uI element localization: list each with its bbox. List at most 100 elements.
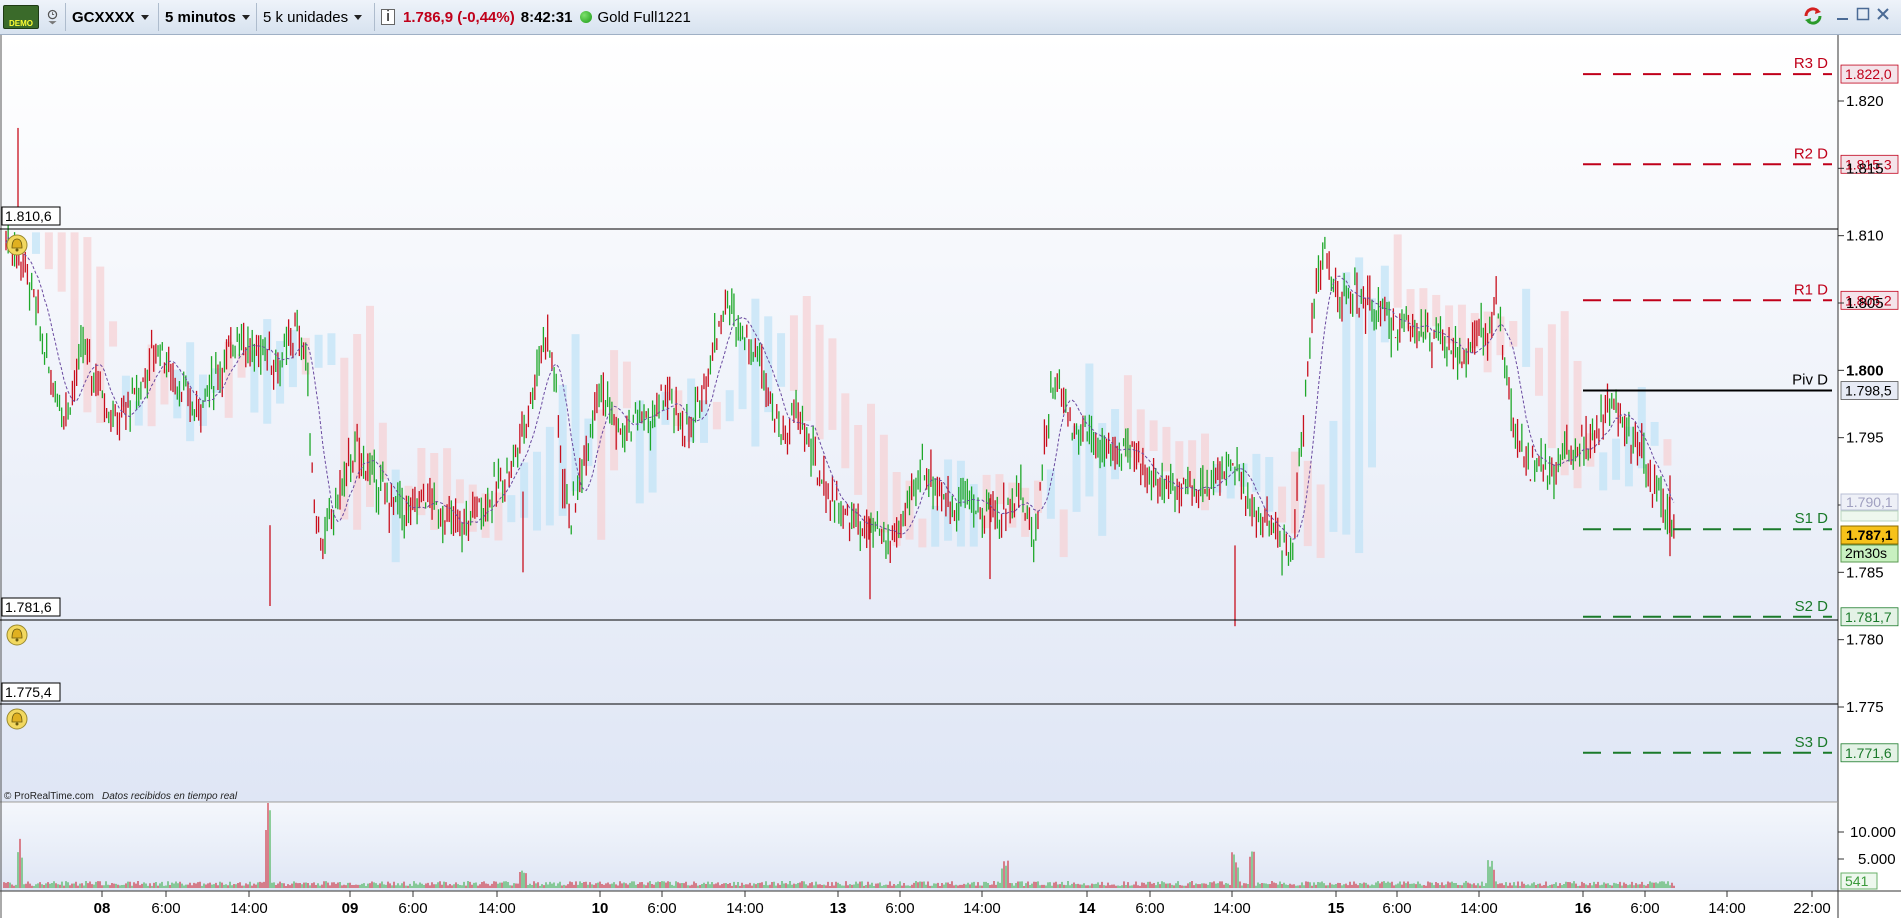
cloud-segment: [237, 353, 246, 378]
cloud-segment: [789, 315, 798, 391]
price-tick: 1.775: [1846, 699, 1884, 716]
quote-info: i 1.786,9 (-0,44%) 8:42:31 Gold Full1221: [375, 3, 715, 31]
cloud-segment: [841, 393, 850, 469]
cloud-segment: [1612, 438, 1621, 480]
volume-tick-10000: 10.000: [1850, 824, 1896, 841]
cloud-segment: [1252, 453, 1261, 492]
cloud-segment: [738, 336, 747, 410]
volume-tick-5000: 5.000: [1858, 851, 1896, 868]
svg-text:S2 D: S2 D: [1795, 598, 1829, 615]
volume-panel[interactable]: [0, 803, 1838, 891]
cloud-segment: [455, 479, 464, 504]
cloud-segment: [879, 434, 888, 533]
faded-price-labels: 1.790,1: [1840, 493, 1899, 522]
time-tick: 14:00: [1213, 900, 1251, 917]
time-tick: 6:00: [398, 900, 427, 917]
cloud-segment: [70, 232, 79, 370]
time-tick: 13: [830, 900, 847, 917]
time-tick: 14:00: [963, 900, 1001, 917]
instrument-name: Gold Full1221: [597, 8, 691, 26]
cloud-segment: [1034, 480, 1042, 514]
cloud-segment: [597, 409, 606, 540]
cloud-segment: [867, 403, 875, 528]
last-price: 1.786,9 (-0,44%): [403, 8, 515, 26]
time-tick: 6:00: [1135, 900, 1164, 917]
maximize-icon[interactable]: [1854, 6, 1872, 24]
cloud-segment: [32, 232, 40, 254]
time-tick: 6:00: [885, 900, 914, 917]
cloud-segment: [507, 495, 516, 523]
cloud-segment: [391, 469, 400, 563]
cloud-segment: [83, 237, 92, 413]
cloud-segment: [327, 333, 336, 365]
cloud-segment: [1599, 452, 1608, 491]
copyright-text: © ProRealTime.com: [4, 791, 94, 802]
svg-text:1.822,0: 1.822,0: [1845, 66, 1892, 82]
time-tick: 14:00: [478, 900, 516, 917]
price-tick: 1.800: [1846, 362, 1884, 379]
cloud-segment: [1663, 439, 1672, 466]
cloud-segment: [1149, 420, 1158, 451]
cloud-segment: [1342, 272, 1351, 535]
cloud-segment: [1329, 420, 1338, 532]
cloud-segment: [1316, 484, 1325, 558]
cloud-segment: [777, 333, 786, 387]
bell-icon[interactable]: [6, 708, 28, 730]
units-selector[interactable]: 5 k unidades: [257, 3, 375, 31]
time-tick: 10: [592, 900, 609, 917]
cloud-segment: [1522, 288, 1531, 367]
cloud-segment: [931, 505, 940, 547]
cloud-segment: [263, 319, 272, 424]
cloud-segment: [1175, 441, 1184, 479]
ticker-label: GCXXXX: [72, 8, 135, 26]
cloud-segment: [160, 369, 169, 405]
cloud-segment: [712, 401, 721, 430]
realtime-note: Datos recibidos en tiempo real: [102, 791, 238, 802]
alert-value-lower: 1.775,4: [5, 684, 52, 700]
cloud-segment: [1162, 426, 1171, 472]
cloud-segment: [1573, 360, 1582, 489]
cloud-segment: [533, 451, 541, 531]
svg-text:1.771,6: 1.771,6: [1845, 745, 1892, 761]
cloud-segment: [1368, 298, 1376, 468]
svg-text:R1 D: R1 D: [1794, 281, 1828, 298]
time-tick: 6:00: [151, 900, 180, 917]
countdown-label: 2m30s: [1840, 544, 1899, 563]
clock-icon[interactable]: [40, 3, 66, 31]
price-tick: 1.815: [1846, 160, 1884, 177]
ticker-selector[interactable]: GCXXXX: [66, 3, 159, 31]
close-icon[interactable]: [1874, 6, 1892, 24]
info-icon[interactable]: i: [381, 9, 395, 25]
price-tick: 1.795: [1846, 430, 1884, 447]
time-tick: 14:00: [230, 900, 268, 917]
dropdown-caret-icon: [241, 14, 250, 20]
svg-text:1.790,1: 1.790,1: [1846, 494, 1893, 510]
cloud-segment: [314, 334, 323, 368]
cloud-segment: [1509, 321, 1518, 347]
demo-logo-icon: DEMO: [3, 5, 39, 29]
dropdown-caret-icon: [140, 14, 149, 20]
refresh-icon[interactable]: [1802, 6, 1822, 25]
quote-time: 8:42:31: [520, 8, 573, 26]
minimize-icon[interactable]: [1834, 6, 1852, 24]
time-axis[interactable]: 08 6:00 14:00 09 6:00 14:00 10 6:00 14:00 13 6:00 1…: [94, 891, 1831, 917]
time-tick: 6:00: [1630, 900, 1659, 917]
svg-text:Piv D: Piv D: [1792, 372, 1828, 389]
cloud-segment: [1059, 509, 1068, 558]
svg-text:S3 D: S3 D: [1795, 734, 1829, 751]
time-tick: 16: [1575, 900, 1592, 917]
bell-icon[interactable]: [6, 234, 28, 256]
chart-area[interactable]: 1.810,6 1.781,6 1.775,4 R3 D 1.822,0 R2 D 1…: [0, 35, 1901, 918]
cloud-segment: [1278, 486, 1287, 523]
cloud-segment: [802, 296, 811, 421]
price-tick: 1.805: [1846, 295, 1884, 312]
alert-value-middle: 1.781,6: [5, 599, 52, 615]
time-tick: 14:00: [1708, 900, 1746, 917]
alert-value-upper: 1.810,6: [5, 208, 52, 224]
timeframe-selector[interactable]: 5 minutos: [159, 3, 257, 31]
bell-icon[interactable]: [6, 624, 28, 646]
time-tick: 14:00: [726, 900, 764, 917]
svg-text:1.787,1: 1.787,1: [1846, 527, 1893, 543]
time-tick: 14: [1079, 900, 1096, 917]
cloud-segment: [1393, 234, 1402, 308]
